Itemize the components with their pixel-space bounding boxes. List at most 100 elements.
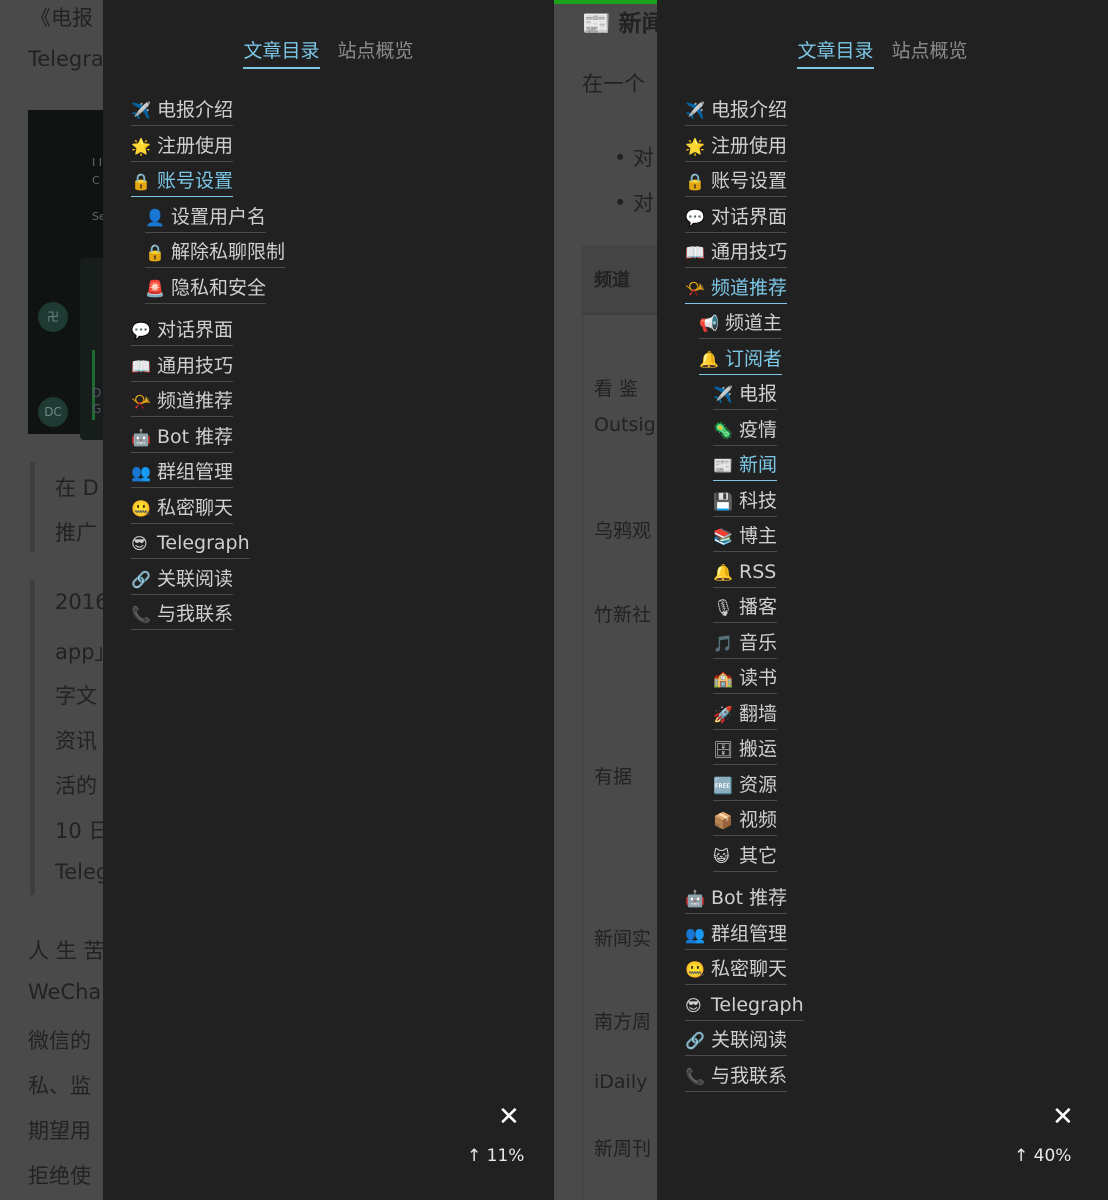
toc-spacer [131,311,285,318]
toc-link[interactable]: 🤐 私密聊天 [685,957,788,985]
bg-table-cell: 乌鸦观 [594,520,652,542]
sidebar-tabs: 文章目录 站点概览 [103,36,554,69]
toc-label: 解除私聊限制 [171,241,286,263]
toc-link[interactable]: 📯 频道推荐 [685,276,788,304]
toc-item: 📯 频道推荐 [685,276,804,312]
toc-link[interactable]: 🎵 音乐 [713,631,778,659]
bg-text: 活的 [55,774,97,798]
toc-item: 🔔 RSS [685,560,804,596]
toc-link[interactable]: 🔒 解除私聊限制 [145,240,286,268]
toc-link[interactable]: ✈️ 电报 [713,382,778,410]
tab-overview[interactable]: 站点概览 [892,36,968,67]
toc-link[interactable]: 🔔 订阅者 [699,347,783,375]
bg-text: • 对 [614,191,655,215]
bg-text: 字文 [55,684,97,708]
toc-link[interactable]: 👤 设置用户名 [145,205,267,233]
toc-label: Bot 推荐 [711,887,788,909]
bg-text: 在 D [55,476,99,500]
toc-link[interactable]: 📯 频道推荐 [131,389,234,417]
close-icon[interactable]: ✕ [1052,1102,1074,1132]
toc-link[interactable]: ✈️ 电报介绍 [685,98,788,126]
toc-link[interactable]: 📢 频道主 [699,311,783,339]
toc-label: 电报 [739,383,778,405]
toc-item: 🌟 注册使用 [685,134,804,170]
toc-item: 📦 视频 [685,808,804,844]
toc-link[interactable]: 😎 Telegraph [685,993,804,1021]
toc-link[interactable]: 😎 Telegraph [131,531,250,559]
tab-overview[interactable]: 站点概览 [338,36,414,67]
toc-item: 👤 设置用户名 [131,205,285,241]
toc-item: 🤐 私密聊天 [685,957,804,993]
toc-link[interactable]: 🗄 搬运 [713,737,778,765]
toc-emoji-icon: 💾 [713,491,733,511]
toc-link[interactable]: 😺 其它 [713,844,778,872]
toc-item: 🔗 关联阅读 [131,567,285,603]
toc-link[interactable]: 🚨 隐私和安全 [145,276,267,304]
toc-link[interactable]: ✈️ 电报介绍 [131,98,234,126]
toc-item: 📖 通用技巧 [685,240,804,276]
toc-emoji-icon: 📚 [713,527,733,546]
toc-label: 频道主 [725,312,783,334]
bg-text: 资讯 [55,729,97,753]
toc-link[interactable]: 🤖 Bot 推荐 [685,886,788,914]
toc-item: 💾 科技 [685,489,804,525]
toc-item: 😎 Telegraph [131,531,285,567]
toc-label: 关联阅读 [711,1029,788,1051]
toc-link[interactable]: 🎙 播客 [713,595,778,623]
toc-link[interactable]: 📞 与我联系 [685,1064,788,1092]
toc-list: ✈️ 电报介绍 🌟 注册使用 🔒 账号设置 👤 设置用户名 🔒 解除私聊限制 🚨 隐私和安全 💬 对话界面… [131,98,286,638]
toc-link[interactable]: 💬 对话界面 [131,318,234,346]
tab-toc[interactable]: 文章目录 [243,36,320,69]
toc-emoji-icon: 🤖 [685,889,705,908]
toc-item: 🔒 账号设置 [131,169,285,205]
toc-emoji-icon: 😎 [685,995,702,1015]
toc-link[interactable]: 📰 新闻 [713,453,778,481]
toc-emoji-icon: 🔒 [685,172,705,191]
toc-emoji-icon: 🗄 [713,740,734,759]
toc-link[interactable]: 💾 科技 [713,489,778,517]
toc-link[interactable]: 🌟 注册使用 [685,134,788,162]
toc-label: 关联阅读 [157,567,234,590]
toc-list: ✈️ 电报介绍 🌟 注册使用 🔒 账号设置 💬 对话界面 📖 通用技巧 📯 频道推荐 📢 频道主 🔔 订阅者 ✈… [685,98,804,1099]
bg-table-cell: 新周刊 [594,1138,652,1160]
toc-label: 新闻 [739,454,778,476]
toc-label: 读书 [739,667,778,689]
toc-link[interactable]: 🌟 注册使用 [131,134,234,162]
toc-emoji-icon: 🔗 [685,1031,705,1050]
toc-label: 账号设置 [157,170,234,192]
toc-link[interactable]: 💬 对话界面 [685,205,788,233]
toc-emoji-icon: 🌟 [685,136,705,156]
toc-link[interactable]: 🤖 Bot 推荐 [131,425,234,453]
toc-link[interactable]: 🔗 关联阅读 [685,1028,788,1056]
toc-link[interactable]: 📞 与我联系 [131,602,234,630]
back-to-top-button[interactable]: ↑ 11% [467,1146,524,1166]
toc-link[interactable]: 👥 群组管理 [131,460,234,488]
toc-link[interactable]: 📚 博主 [713,524,778,552]
toc-label: 疫情 [739,418,778,441]
toc-item: ✈️ 电报介绍 [685,98,804,134]
back-to-top-button[interactable]: ↑ 40% [1014,1146,1071,1166]
toc-item: 🌟 注册使用 [131,134,285,170]
toc-link[interactable]: 🦠 疫情 [713,418,778,446]
toc-link[interactable]: 🤐 私密聊天 [131,496,234,524]
toc-link[interactable]: 🏫 读书 [713,666,778,694]
toc-link[interactable]: 🔗 关联阅读 [131,567,234,595]
toc-label: 其它 [739,844,778,867]
toc-label: 群组管理 [711,922,788,945]
toc-link[interactable]: 🔒 账号设置 [131,169,234,197]
bg-table-cell: 看 鉴 [594,378,639,400]
toc-link[interactable]: 🚀 翻墙 [713,702,778,730]
toc-link[interactable]: 🔒 账号设置 [685,169,788,197]
toc-link[interactable]: 🆓 资源 [713,773,778,801]
close-icon[interactable]: ✕ [498,1102,520,1132]
toc-item: 🔒 解除私聊限制 [131,240,286,276]
toc-link[interactable]: 👥 群组管理 [685,922,788,950]
toc-label: 对话界面 [711,205,788,228]
toc-link[interactable]: 📦 视频 [713,808,778,836]
tab-toc[interactable]: 文章目录 [797,36,874,69]
toc-link[interactable]: 📖 通用技巧 [685,240,788,268]
toc-item: 📢 频道主 [685,311,804,347]
toc-link[interactable]: 📖 通用技巧 [131,354,234,382]
toc-label: 账号设置 [711,170,788,192]
toc-link[interactable]: 🔔 RSS [713,560,777,588]
